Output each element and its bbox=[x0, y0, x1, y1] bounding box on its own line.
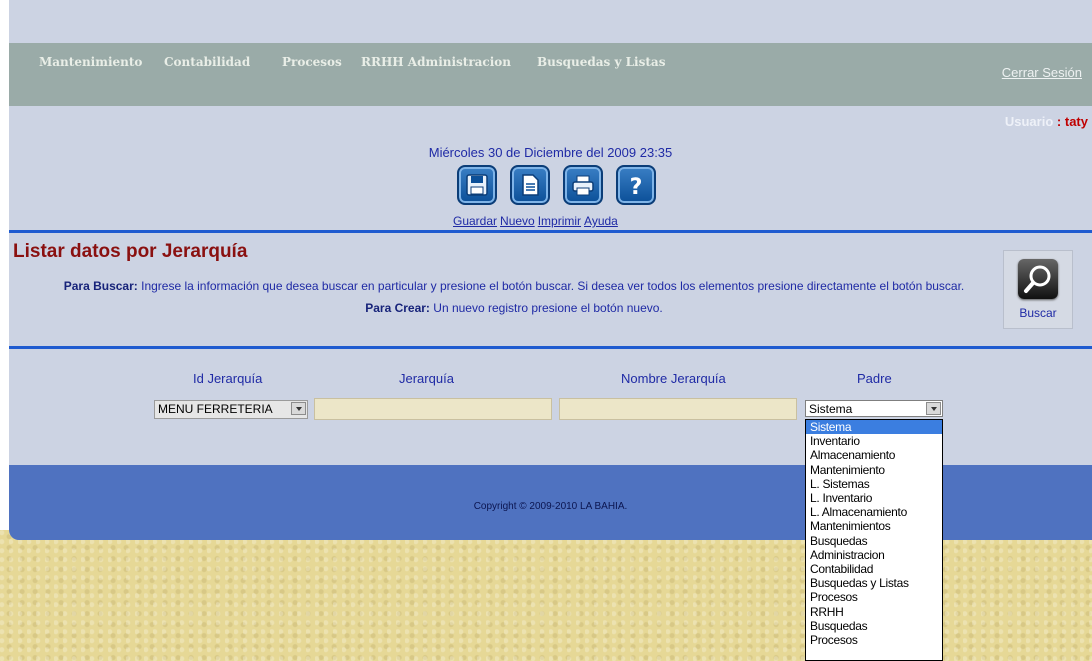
print-button[interactable] bbox=[563, 165, 603, 205]
user-separator: : bbox=[1056, 114, 1062, 129]
question-mark-icon: ? bbox=[630, 175, 643, 197]
print-link[interactable]: Imprimir bbox=[538, 214, 581, 228]
main-menu-bar: Mantenimiento Contabilidad Procesos RRHH… bbox=[9, 43, 1092, 106]
menu-item-contabilidad[interactable]: Contabilidad bbox=[164, 55, 250, 69]
padre-select-value: Sistema bbox=[809, 402, 853, 416]
id-jerarquia-value: MENU FERRETERIA bbox=[158, 402, 273, 416]
header-jerarquia: Jerarquía bbox=[399, 371, 454, 386]
magnifier-icon bbox=[1018, 259, 1058, 299]
page-title: Listar datos por Jerarquía bbox=[13, 241, 248, 262]
padre-option[interactable]: Administracion bbox=[806, 548, 942, 562]
svg-text:?: ? bbox=[630, 175, 643, 197]
user-name: taty bbox=[1064, 114, 1088, 129]
padre-option[interactable]: Busquedas bbox=[806, 534, 942, 548]
padre-option[interactable]: L. Almacenamiento bbox=[806, 505, 942, 519]
menu-item-busquedas-listas[interactable]: Busquedas y Listas bbox=[537, 55, 665, 69]
nombre-jerarquia-input[interactable] bbox=[559, 398, 797, 420]
toolbar-links: Guardar Nuevo Imprimir Ayuda bbox=[453, 214, 621, 228]
user-info: Usuario : taty bbox=[1005, 114, 1088, 129]
save-link[interactable]: Guardar bbox=[453, 214, 497, 228]
jerarquia-input[interactable] bbox=[314, 398, 552, 420]
search-button[interactable]: Buscar bbox=[1003, 250, 1073, 329]
padre-option[interactable]: Almacenamiento bbox=[806, 448, 942, 462]
divider-bottom bbox=[9, 346, 1092, 349]
padre-option[interactable]: Procesos bbox=[806, 590, 942, 604]
search-instruction-text: Ingrese la información que desea buscar … bbox=[141, 279, 965, 293]
printer-icon bbox=[572, 175, 594, 196]
padre-option[interactable]: Inventario bbox=[806, 434, 942, 448]
logout-link[interactable]: Cerrar Sesión bbox=[1002, 65, 1082, 80]
menu-item-rrhh-administracion[interactable]: RRHH Administracion bbox=[361, 55, 511, 69]
chevron-down-icon bbox=[926, 402, 941, 415]
padre-option[interactable]: Busquedas bbox=[806, 619, 942, 633]
new-link[interactable]: Nuevo bbox=[500, 214, 535, 228]
padre-select[interactable]: Sistema bbox=[805, 400, 943, 417]
padre-option[interactable]: L. Sistemas bbox=[806, 477, 942, 491]
menu-item-mantenimiento[interactable]: Mantenimiento bbox=[39, 55, 142, 69]
chevron-down-icon bbox=[291, 402, 306, 415]
create-instruction-label: Para Crear: bbox=[365, 301, 430, 315]
padre-option[interactable]: Mantenimientos bbox=[806, 519, 942, 533]
padre-dropdown-list[interactable]: Sistema Inventario Almacenamiento Manten… bbox=[805, 419, 943, 661]
search-button-label: Buscar bbox=[1019, 306, 1057, 320]
new-button[interactable] bbox=[510, 165, 550, 205]
current-date: Miércoles 30 de Diciembre del 2009 23:35 bbox=[428, 145, 673, 160]
id-jerarquia-select[interactable]: MENU FERRETERIA bbox=[154, 400, 308, 419]
divider-top bbox=[9, 230, 1092, 233]
header-padre: Padre bbox=[857, 371, 892, 386]
create-instruction-text: Un nuevo registro presione el botón nuev… bbox=[433, 301, 663, 315]
header-id-jerarquia: Id Jerarquía bbox=[193, 371, 263, 386]
search-instruction-label: Para Buscar: bbox=[63, 279, 138, 293]
padre-option[interactable]: Sistema bbox=[806, 420, 942, 435]
padre-option[interactable]: Contabilidad bbox=[806, 562, 942, 576]
new-document-icon bbox=[522, 174, 539, 196]
instructions: Para Buscar: Ingrese la información que … bbox=[39, 275, 989, 319]
left-margin bbox=[0, 0, 9, 540]
menu-item-procesos[interactable]: Procesos bbox=[282, 55, 342, 69]
padre-option[interactable]: RRHH bbox=[806, 605, 942, 619]
header-nombre-jerarquia: Nombre Jerarquía bbox=[621, 371, 726, 386]
padre-option[interactable]: L. Inventario bbox=[806, 491, 942, 505]
floppy-disk-icon bbox=[466, 174, 488, 196]
padre-option[interactable]: Mantenimiento bbox=[806, 463, 942, 477]
user-label: Usuario bbox=[1004, 114, 1054, 129]
padre-option[interactable]: Procesos bbox=[806, 633, 942, 647]
save-button[interactable] bbox=[457, 165, 497, 205]
help-link[interactable]: Ayuda bbox=[584, 214, 618, 228]
help-button[interactable]: ? bbox=[616, 165, 656, 205]
padre-option[interactable]: Busquedas y Listas bbox=[806, 576, 942, 590]
